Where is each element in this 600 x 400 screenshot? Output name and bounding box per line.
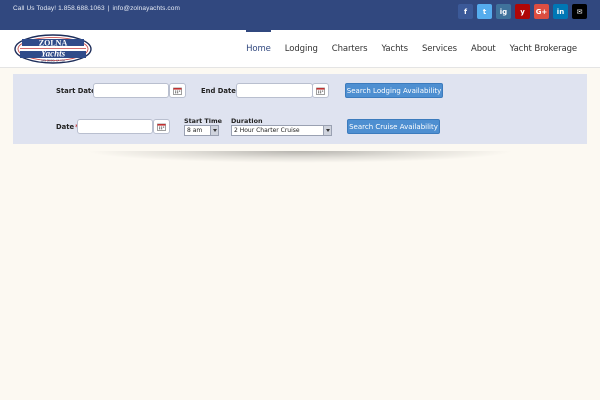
date-label: Date* — [56, 123, 79, 131]
search-cruise-button[interactable]: Search Cruise Availability — [347, 119, 440, 134]
site-header: ZOLNA Yachts SAN DIEGO, CA USA Home Lodgi… — [0, 30, 600, 68]
mail-icon[interactable]: ✉ — [572, 4, 587, 19]
calendar-icon — [316, 87, 325, 95]
phone-text: Call Us Today! 1.858.688.1063 — [13, 5, 105, 12]
start-time-select[interactable]: 8 am — [184, 125, 219, 136]
google-plus-icon[interactable]: G+ — [534, 4, 549, 19]
logo-tagline: SAN DIEGO, CA USA — [41, 59, 65, 62]
end-date-input[interactable] — [236, 83, 313, 98]
instagram-icon[interactable]: ig — [496, 4, 511, 19]
search-lodging-button[interactable]: Search Lodging Availability — [345, 83, 443, 98]
nav-item-home[interactable]: Home — [246, 30, 271, 68]
cruise-date-calendar-button[interactable] — [153, 119, 170, 134]
end-date-label: End Date* — [201, 87, 240, 95]
chevron-down-icon — [210, 126, 218, 135]
duration-label: Duration — [231, 117, 263, 125]
contact-separator: | — [107, 5, 110, 12]
start-time-label: Start Time — [184, 117, 222, 125]
nav-item-charters[interactable]: Charters — [332, 30, 368, 68]
email-link[interactable]: info@zolnayachts.com — [112, 5, 180, 12]
nav-item-about[interactable]: About — [471, 30, 496, 68]
duration-value: 2 Hour Charter Cruise — [234, 127, 300, 134]
start-date-input[interactable] — [93, 83, 169, 98]
main-nav: Home Lodging Charters Yachts Services About Ya… — [232, 30, 577, 68]
logo-line2: Yachts — [41, 49, 66, 59]
contact-info: Call Us Today! 1.858.688.1063 | info@zolna… — [13, 5, 180, 12]
start-date-calendar-button[interactable] — [169, 83, 186, 98]
facebook-icon[interactable]: f — [458, 4, 473, 19]
start-time-value: 8 am — [187, 127, 203, 134]
nav-item-yachts[interactable]: Yachts — [382, 30, 409, 68]
calendar-icon — [173, 87, 182, 95]
duration-select[interactable]: 2 Hour Charter Cruise — [231, 125, 332, 136]
twitter-icon[interactable]: t — [477, 4, 492, 19]
zolna-yachts-logo[interactable]: ZOLNA Yachts SAN DIEGO, CA USA — [14, 34, 92, 64]
social-links: f t ig y G+ in ✉ — [458, 4, 587, 19]
nav-item-yacht-brokerage[interactable]: Yacht Brokerage — [510, 30, 577, 68]
yelp-icon[interactable]: y — [515, 4, 530, 19]
calendar-icon — [157, 123, 166, 131]
chevron-down-icon — [323, 126, 331, 135]
top-bar: Call Us Today! 1.858.688.1063 | info@zolna… — [0, 0, 600, 30]
nav-item-services[interactable]: Services — [422, 30, 457, 68]
booking-form-panel: Start Date* End Date* Search Lodging Ava… — [13, 74, 587, 144]
cruise-date-input[interactable] — [77, 119, 153, 134]
nav-item-lodging[interactable]: Lodging — [285, 30, 318, 68]
panel-shadow-divider — [85, 151, 515, 163]
end-date-calendar-button[interactable] — [312, 83, 329, 98]
linkedin-icon[interactable]: in — [553, 4, 568, 19]
logo-line1: ZOLNA — [39, 38, 68, 47]
